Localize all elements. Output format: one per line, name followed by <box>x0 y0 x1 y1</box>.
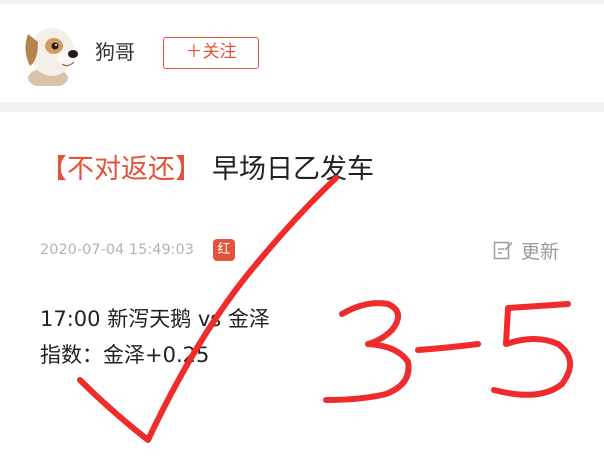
section-divider <box>0 102 604 112</box>
author-header: 狗哥 ＋关注 <box>0 4 604 102</box>
update-button[interactable]: 更新 <box>492 236 559 264</box>
update-label: 更新 <box>521 240 560 263</box>
follow-button[interactable]: ＋关注 <box>163 37 259 69</box>
handicap-index: 指数：金泽+0.25 <box>40 343 210 367</box>
red-result-badge: 红 <box>213 239 235 261</box>
post-tag: 【不对返还】 <box>40 154 202 185</box>
post-timestamp: 2020-07-04 15:49:03 <box>40 242 194 258</box>
post-title-line[interactable]: 【不对返还】 早场日乙发车 <box>40 152 374 188</box>
dog-avatar-icon[interactable] <box>18 16 80 88</box>
author-name[interactable]: 狗哥 <box>95 38 135 66</box>
post-card[interactable]: 【不对返还】 早场日乙发车 2020-07-04 15:49:03 红 更新 17… <box>0 112 604 456</box>
match-info: 17:00 新泻天鹅 vs 金泽 <box>40 307 270 331</box>
post-title: 早场日乙发车 <box>212 154 374 185</box>
edit-icon <box>493 241 513 260</box>
